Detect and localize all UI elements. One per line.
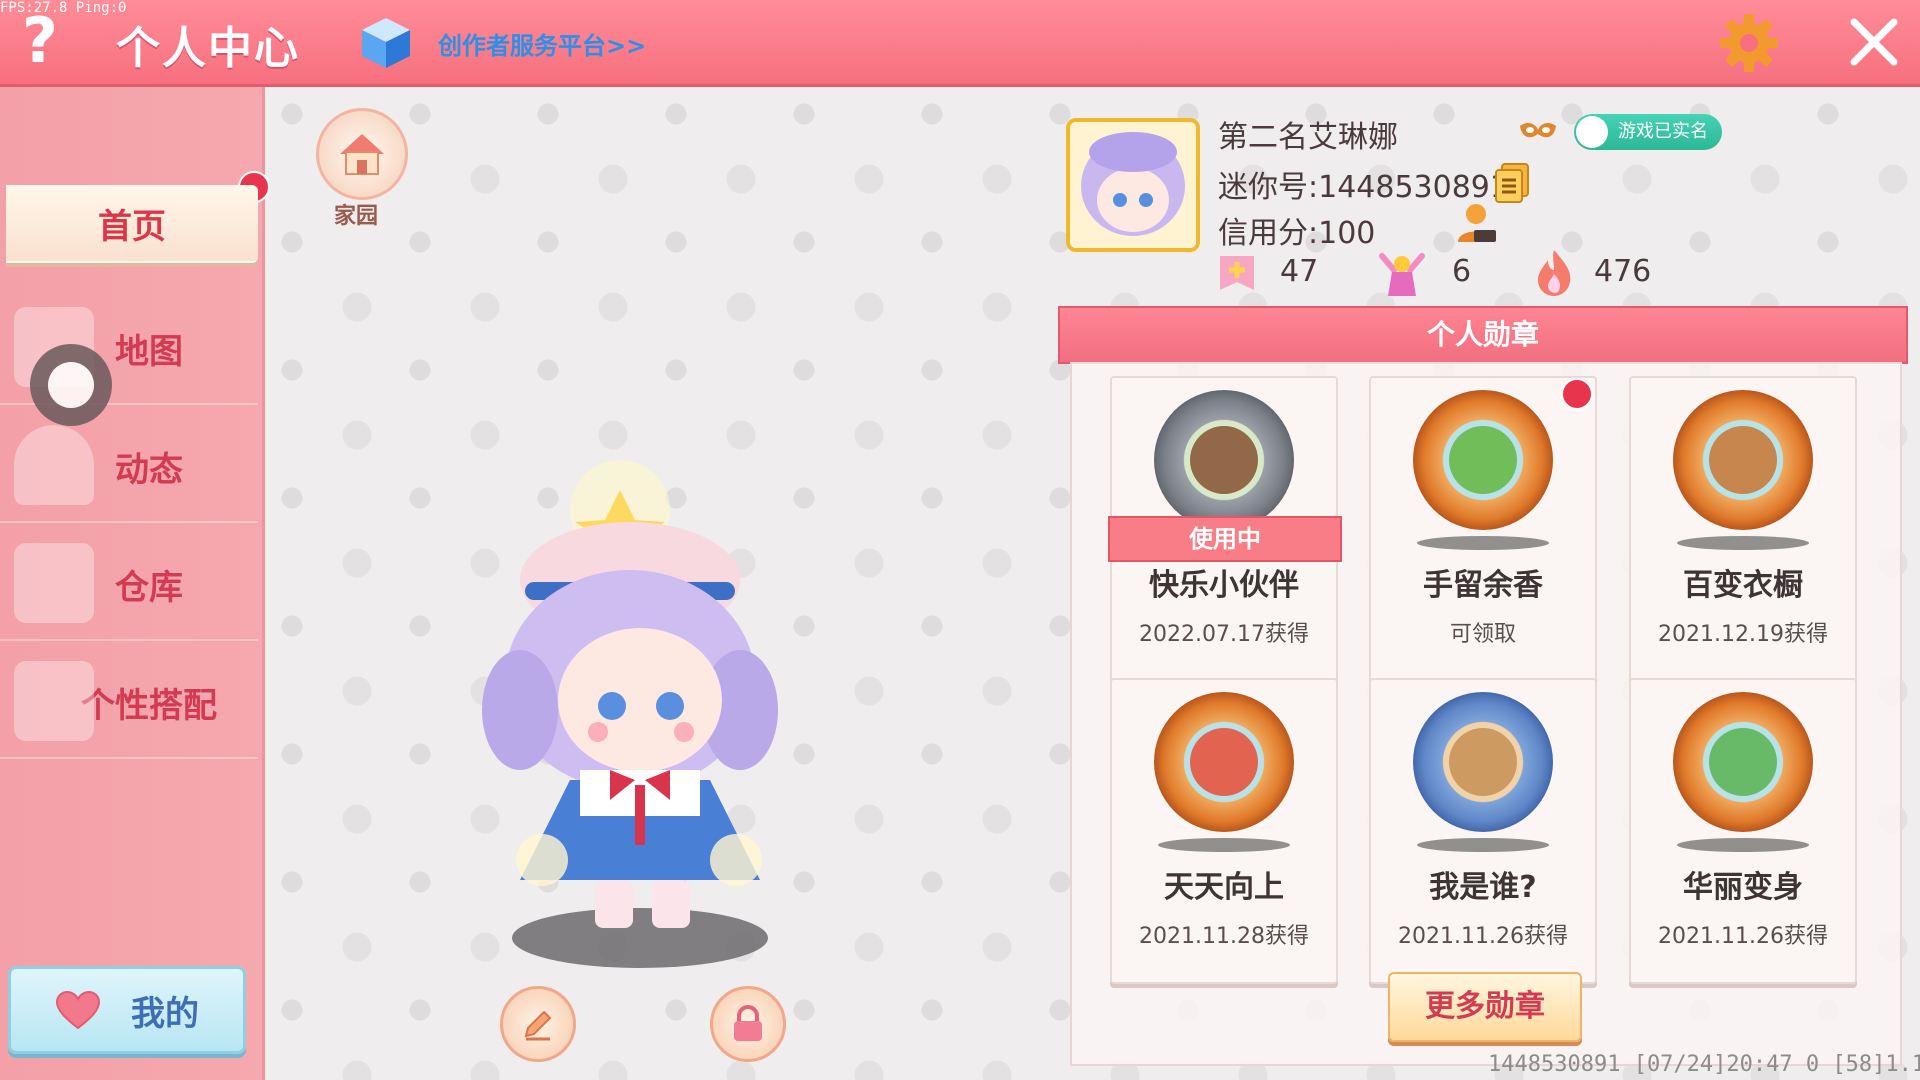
sidebar-item-label: 个性搭配 — [81, 685, 217, 726]
avatar-portrait — [1070, 122, 1196, 248]
sidebar-item-label: 动态 — [115, 449, 183, 490]
medal-happy-partner-icon — [1154, 390, 1294, 530]
warehouse-icon — [14, 543, 94, 623]
medal-card[interactable]: 百变衣橱 2021.12.19获得 — [1629, 376, 1857, 682]
medal-shadow — [1417, 536, 1549, 550]
record-button[interactable] — [30, 344, 112, 426]
medal-wardrobe-icon — [1673, 390, 1813, 530]
sidebar-item-home[interactable]: 首页 — [6, 185, 258, 263]
medal-date: 2021.12.19获得 — [1658, 622, 1828, 647]
friend-icon[interactable] — [1454, 200, 1498, 244]
medal-shadow — [1677, 536, 1809, 550]
medal-shadow — [1417, 838, 1549, 852]
player-avatar[interactable] — [430, 450, 810, 970]
sidebar: 首页 地图 动态 仓库 个性搭配 — [0, 87, 270, 1080]
medal-card[interactable]: 我是谁? 2021.11.26获得 — [1369, 678, 1597, 984]
stat-trophies: 6 — [1452, 254, 1472, 289]
medal-who-am-i-icon — [1413, 692, 1553, 832]
medal-name: 天天向上 — [1164, 870, 1284, 905]
stat-popularity: 476 — [1594, 254, 1652, 289]
verified-user-icon — [1576, 116, 1608, 148]
edit-button[interactable] — [500, 986, 576, 1062]
medal-name: 百变衣橱 — [1683, 568, 1803, 603]
medal-name: 快乐小伙伴 — [1149, 568, 1299, 603]
footer-info: 1448530891 [07/24]20:47 0 [58]1.15.5 — [1488, 1052, 1920, 1077]
close-icon[interactable] — [1846, 14, 1902, 70]
medal-date: 2021.11.26获得 — [1398, 924, 1568, 949]
medal-name: 手留余香 — [1423, 568, 1543, 603]
medal-card[interactable]: 使用中 快乐小伙伴 2022.07.17获得 — [1108, 376, 1342, 682]
medal-shadow — [1158, 838, 1290, 852]
medal-fragrance-icon — [1413, 390, 1553, 530]
medal-card[interactable]: 手留余香 可领取 — [1369, 376, 1597, 682]
sidebar-item-warehouse[interactable]: 仓库 — [0, 529, 258, 641]
mask-icon[interactable] — [1518, 118, 1558, 146]
more-medals-button[interactable]: 更多勋章 — [1388, 972, 1582, 1042]
sidebar-item-label: 仓库 — [115, 567, 183, 608]
player-name: 第二名艾琳娜 — [1218, 120, 1398, 155]
mine-button[interactable]: 我的 — [8, 966, 246, 1054]
medal-card[interactable]: 华丽变身 2021.11.26获得 — [1629, 678, 1857, 984]
mine-label: 我的 — [131, 993, 199, 1034]
verified-badge[interactable]: 游戏已实名 — [1574, 114, 1722, 150]
medal-section-title: 个人勋章 — [1058, 306, 1908, 364]
lock-icon — [734, 1005, 762, 1041]
medal-date: 2021.11.28获得 — [1139, 924, 1309, 949]
pencil-icon — [524, 1010, 552, 1041]
flame-icon — [1538, 250, 1571, 296]
copy-icon[interactable] — [1494, 162, 1530, 204]
creator-platform-link[interactable]: 创作者服务平台>> — [438, 26, 646, 61]
medal-status: 可领取 — [1449, 622, 1516, 647]
sidebar-item-outfit[interactable]: 个性搭配 — [0, 647, 258, 759]
gear-icon[interactable] — [1718, 12, 1780, 74]
credit-score: 信用分:100 — [1218, 216, 1376, 251]
medal-name: 华丽变身 — [1683, 870, 1803, 905]
profile-avatar[interactable] — [1066, 118, 1200, 252]
help-icon[interactable]: ? — [12, 8, 68, 74]
medal-date: 2022.07.17获得 — [1139, 622, 1309, 647]
home-button[interactable] — [316, 108, 408, 200]
home-label: 家园 — [334, 204, 379, 229]
top-bar: ? 个人中心 创作者服务平台>> — [0, 0, 1920, 87]
medal-name: 我是谁? — [1429, 870, 1537, 905]
fps-readout: FPS:27.8 Ping:0 — [0, 0, 127, 16]
sidebar-item-label: 地图 — [115, 331, 183, 372]
medal-date: 2021.11.26获得 — [1658, 924, 1828, 949]
notification-dot — [1561, 378, 1593, 410]
medal-card[interactable]: 天天向上 2021.11.28获得 — [1110, 678, 1338, 984]
outfit-icon — [14, 661, 94, 741]
medal-transformation-icon — [1673, 692, 1813, 832]
in-use-tag: 使用中 — [1108, 516, 1342, 562]
house-icon — [340, 134, 384, 175]
medal-daily-progress-icon — [1154, 692, 1294, 832]
verified-label: 游戏已实名 — [1618, 121, 1708, 142]
stat-badges: 47 — [1280, 254, 1319, 289]
trophy-icon — [1379, 253, 1425, 296]
heart-icon — [55, 990, 101, 1030]
sidebar-item-label: 首页 — [98, 206, 166, 247]
sidebar-item-feed[interactable]: 动态 — [0, 411, 258, 523]
bell-icon — [14, 425, 94, 505]
badge-plus-icon — [1220, 256, 1254, 290]
page-title: 个人中心 — [116, 23, 300, 74]
lock-button[interactable] — [710, 986, 786, 1062]
medal-shadow — [1677, 838, 1809, 852]
cube-icon — [362, 18, 410, 68]
